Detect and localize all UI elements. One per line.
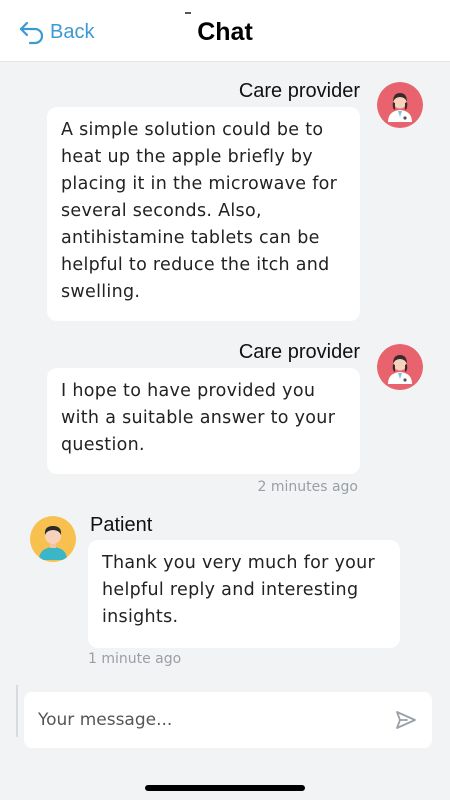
status-mark [185,12,191,14]
send-icon[interactable] [394,708,418,732]
patient-avatar [30,516,76,562]
home-indicator[interactable] [145,785,305,791]
care-provider-avatar [377,82,423,128]
page-title: Chat [197,18,253,46]
sender-name: Care provider [238,341,360,363]
doctor-avatar-icon [377,82,423,128]
message-timestamp: 1 minute ago [88,651,182,667]
message-bubble: A simple solution could be to heat up th… [47,107,360,321]
message-timestamp: 2 minutes ago [257,479,358,495]
doctor-avatar-icon [377,344,423,390]
header-bar: Back Chat [0,0,450,62]
sender-name: Patient [90,514,153,536]
message-bubble: Thank you very much for your helpful rep… [88,540,400,648]
composer-divider [16,685,18,737]
care-provider-avatar [377,344,423,390]
message-bubble: I hope to have provided you with a suita… [47,368,360,474]
sender-name: Care provider [238,80,360,102]
message-input[interactable] [38,702,378,738]
patient-avatar-icon [30,516,76,562]
message-composer [24,692,432,748]
